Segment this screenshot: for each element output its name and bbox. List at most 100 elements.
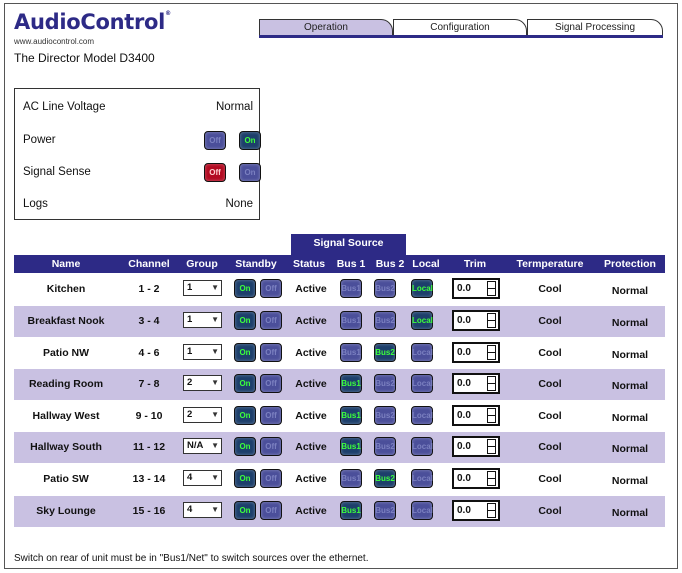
trim-stepper[interactable]: 0.0 xyxy=(452,373,500,394)
source-bus1-button[interactable]: Bus1 xyxy=(340,406,362,425)
source-local-button[interactable]: Local xyxy=(411,343,433,362)
trim-value: 0.0 xyxy=(457,378,471,389)
tab-bar: Operation Configuration Signal Processin… xyxy=(259,19,663,36)
col-name: Name xyxy=(51,258,81,270)
standby-off-button[interactable]: Off xyxy=(260,501,282,520)
source-local-button[interactable]: Local xyxy=(411,279,433,298)
trim-stepper[interactable]: 0.0 xyxy=(452,278,500,299)
spinner-arrows-icon[interactable] xyxy=(487,281,496,296)
standby-off-button[interactable]: Off xyxy=(260,437,282,456)
trim-value: 0.0 xyxy=(457,410,471,421)
source-local-button[interactable]: Local xyxy=(411,437,433,456)
standby-on-button[interactable]: On xyxy=(234,374,256,393)
tab-signal-processing[interactable]: Signal Processing xyxy=(527,19,663,36)
group-select[interactable]: 1 ▼ xyxy=(183,344,222,360)
source-bus2-button[interactable]: Bus2 xyxy=(374,501,396,520)
source-bus1-button[interactable]: Bus1 xyxy=(340,343,362,362)
group-select[interactable]: N/A ▼ xyxy=(183,438,222,454)
channel-value: 9 - 10 xyxy=(135,410,163,422)
source-bus1-button[interactable]: Bus1 xyxy=(340,374,362,393)
group-select[interactable]: 4 ▼ xyxy=(183,502,222,518)
source-bus1-button[interactable]: Bus1 xyxy=(340,501,362,520)
table-row: Hallway West 9 - 10 2 ▼ On Off Active Bus1 Bus2 L… xyxy=(14,401,665,432)
power-row: Power Off On xyxy=(23,131,261,156)
trim-stepper[interactable]: 0.0 xyxy=(452,310,500,331)
spinner-arrows-icon[interactable] xyxy=(487,313,496,328)
chevron-down-icon: ▼ xyxy=(211,441,219,450)
standby-off-button[interactable]: Off xyxy=(260,279,282,298)
group-value: N/A xyxy=(187,440,204,451)
standby-off-button[interactable]: Off xyxy=(260,343,282,362)
group-select[interactable]: 4 ▼ xyxy=(183,470,222,486)
ac-voltage-label: AC Line Voltage xyxy=(23,101,106,113)
group-select[interactable]: 2 ▼ xyxy=(183,407,222,423)
chevron-down-icon: ▼ xyxy=(211,378,219,387)
standby-off-button[interactable]: Off xyxy=(260,469,282,488)
signal-sense-label: Signal Sense xyxy=(23,166,91,178)
trim-stepper[interactable]: 0.0 xyxy=(452,500,500,521)
standby-on-button[interactable]: On xyxy=(234,469,256,488)
spinner-arrows-icon[interactable] xyxy=(487,471,496,486)
source-bus1-button[interactable]: Bus1 xyxy=(340,437,362,456)
trim-stepper[interactable]: 0.0 xyxy=(452,405,500,426)
ac-voltage-value: Normal xyxy=(215,101,253,113)
source-bus1-button[interactable]: Bus1 xyxy=(340,469,362,488)
source-bus1-button[interactable]: Bus1 xyxy=(340,311,362,330)
audiocontrol-logo: AudioControl® xyxy=(14,10,171,34)
trim-stepper[interactable]: 0.0 xyxy=(452,436,500,457)
temperature-value: Cool xyxy=(538,410,562,422)
source-local-button[interactable]: Local xyxy=(411,469,433,488)
website-link[interactable]: www.audiocontrol.com xyxy=(14,37,94,46)
standby-off-button[interactable]: Off xyxy=(260,311,282,330)
source-bus2-button[interactable]: Bus2 xyxy=(374,374,396,393)
source-bus2-button[interactable]: Bus2 xyxy=(374,406,396,425)
tab-configuration[interactable]: Configuration xyxy=(393,19,527,36)
source-bus2-button[interactable]: Bus2 xyxy=(374,437,396,456)
source-local-button[interactable]: Local xyxy=(411,501,433,520)
source-local-button[interactable]: Local xyxy=(411,406,433,425)
source-bus2-button[interactable]: Bus2 xyxy=(374,469,396,488)
col-bus2: Bus 2 xyxy=(375,258,405,270)
standby-on-button[interactable]: On xyxy=(234,311,256,330)
temperature-value: Cool xyxy=(538,441,562,453)
standby-on-button[interactable]: On xyxy=(234,406,256,425)
channel-value: 4 - 6 xyxy=(138,347,160,359)
spinner-arrows-icon[interactable] xyxy=(487,439,496,454)
group-select[interactable]: 1 ▼ xyxy=(183,280,222,296)
power-on-button[interactable]: On xyxy=(239,131,261,150)
source-bus2-button[interactable]: Bus2 xyxy=(374,343,396,362)
spinner-arrows-icon[interactable] xyxy=(487,408,496,423)
zone-name: Reading Room xyxy=(28,378,104,390)
source-bus2-button[interactable]: Bus2 xyxy=(374,311,396,330)
table-header: Name Channel Group Standby Status Bus 1 … xyxy=(14,255,665,273)
channel-value: 11 - 12 xyxy=(132,441,166,453)
trim-stepper[interactable]: 0.0 xyxy=(452,342,500,363)
table-row: Reading Room 7 - 8 2 ▼ On Off Active Bus1 Bus2 Lo… xyxy=(14,369,665,400)
channel-value: 15 - 16 xyxy=(132,505,166,517)
table-row: Hallway South 11 - 12 N/A ▼ On Off Active Bus1 B… xyxy=(14,432,665,463)
group-select[interactable]: 1 ▼ xyxy=(183,312,222,328)
source-bus1-button[interactable]: Bus1 xyxy=(340,279,362,298)
protection-value: Normal xyxy=(611,443,649,455)
source-bus2-button[interactable]: Bus2 xyxy=(374,279,396,298)
standby-on-button[interactable]: On xyxy=(234,279,256,298)
standby-on-button[interactable]: On xyxy=(234,437,256,456)
trim-stepper[interactable]: 0.0 xyxy=(452,468,500,489)
standby-on-button[interactable]: On xyxy=(234,343,256,362)
spinner-arrows-icon[interactable] xyxy=(487,345,496,360)
source-local-button[interactable]: Local xyxy=(411,311,433,330)
tab-operation[interactable]: Operation xyxy=(259,19,393,36)
power-off-button[interactable]: Off xyxy=(204,131,226,150)
channel-value: 7 - 8 xyxy=(138,378,160,390)
standby-off-button[interactable]: Off xyxy=(260,406,282,425)
spinner-arrows-icon[interactable] xyxy=(487,376,496,391)
spinner-arrows-icon[interactable] xyxy=(487,503,496,518)
signal-sense-row: Signal Sense Off On xyxy=(23,163,261,188)
source-local-button[interactable]: Local xyxy=(411,374,433,393)
signal-sense-on-button[interactable]: On xyxy=(239,163,261,182)
group-select[interactable]: 2 ▼ xyxy=(183,375,222,391)
standby-on-button[interactable]: On xyxy=(234,501,256,520)
standby-off-button[interactable]: Off xyxy=(260,374,282,393)
col-local: Local xyxy=(412,258,440,270)
signal-sense-off-button[interactable]: Off xyxy=(204,163,226,182)
